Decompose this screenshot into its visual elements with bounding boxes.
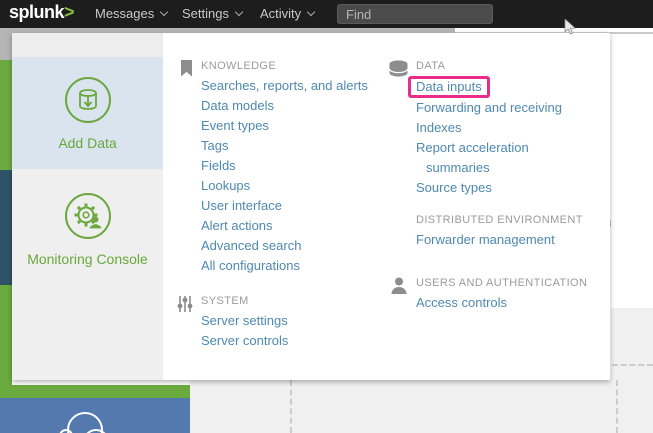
mouse-cursor bbox=[564, 19, 576, 35]
menu-link[interactable]: Forwarding and receiving bbox=[416, 98, 578, 118]
background-dashboard-area bbox=[611, 308, 653, 380]
menu-messages[interactable]: Messages bbox=[95, 0, 167, 28]
menu-activity[interactable]: Activity bbox=[260, 0, 314, 28]
menu-link-label: Report acceleration summaries bbox=[416, 140, 529, 175]
section-header: USERS AND AUTHENTICATION bbox=[416, 277, 587, 289]
background-green-tile bbox=[0, 385, 190, 398]
menu-label: Activity bbox=[260, 6, 301, 21]
monitoring-console-icon bbox=[64, 192, 112, 240]
background-green-tile bbox=[0, 285, 12, 385]
chevron-down-icon bbox=[160, 8, 168, 16]
menu-link[interactable]: Lookups bbox=[201, 176, 368, 196]
circles-icon bbox=[52, 400, 122, 433]
chevron-down-icon bbox=[307, 8, 315, 16]
section-knowledge: KNOWLEDGE Searches, reports, and alerts D… bbox=[174, 58, 368, 276]
menu-link[interactable]: Fields bbox=[201, 156, 368, 176]
section-header: SYSTEM bbox=[201, 295, 288, 307]
section-items: Access controls bbox=[416, 293, 578, 313]
dashed-divider bbox=[290, 380, 292, 433]
menu-label: Messages bbox=[95, 6, 154, 21]
menu-link-label: All configurations bbox=[201, 258, 300, 273]
menu-link-label: Alert actions bbox=[201, 218, 273, 233]
section-data: DATA Data inputs Forwarding and receiving… bbox=[389, 58, 578, 198]
menu-link[interactable]: Server settings bbox=[201, 311, 288, 331]
splunk-logo[interactable]: splunk> bbox=[9, 2, 74, 23]
menu-link[interactable]: Alert actions bbox=[201, 216, 368, 236]
menu-link[interactable]: Access controls bbox=[416, 293, 578, 313]
background-strip bbox=[0, 34, 12, 60]
menu-link[interactable]: Searches, reports, and alerts bbox=[201, 76, 368, 96]
menu-link[interactable]: Server controls bbox=[201, 331, 288, 351]
splunk-app-window: u splunk> Messages Settings Activity bbox=[0, 0, 653, 433]
section-users-authentication: USERS AND AUTHENTICATION Access controls bbox=[389, 275, 587, 313]
background-dashboard-area bbox=[190, 378, 653, 433]
menu-link[interactable]: Report acceleration summaries bbox=[416, 138, 578, 178]
menu-link-label: Searches, reports, and alerts bbox=[201, 78, 368, 93]
menu-link-label: Event types bbox=[201, 118, 269, 133]
section-distributed-environment: DISTRIBUTED ENVIRONMENT Forwarder manage… bbox=[389, 212, 583, 250]
menu-link-label: Tags bbox=[201, 138, 228, 153]
section-header: DATA bbox=[416, 60, 578, 72]
menu-link-label: Forwarder management bbox=[416, 232, 555, 247]
menu-label: Settings bbox=[182, 6, 229, 21]
background-blue-tile bbox=[0, 398, 190, 433]
menu-link-label: Forwarding and receiving bbox=[416, 100, 562, 115]
monitoring-console-tile[interactable]: Monitoring Console bbox=[12, 169, 163, 290]
top-navigation-bar: splunk> Messages Settings Activity bbox=[0, 0, 653, 28]
logo-text: splunk bbox=[9, 2, 64, 22]
menu-link-label: Server controls bbox=[201, 333, 288, 348]
menu-link-label: Advanced search bbox=[201, 238, 301, 253]
user-icon bbox=[389, 275, 408, 313]
menu-link-label: Fields bbox=[201, 158, 236, 173]
menu-link[interactable]: Event types bbox=[201, 116, 368, 136]
menu-link[interactable]: Source types bbox=[416, 178, 578, 198]
menu-link-label: Server settings bbox=[201, 313, 288, 328]
background-teal-tile bbox=[0, 170, 12, 285]
section-icon-spacer bbox=[389, 212, 408, 250]
menu-link-label: User interface bbox=[201, 198, 282, 213]
menu-link[interactable]: Advanced search bbox=[201, 236, 368, 256]
menu-link[interactable]: Forwarder management bbox=[416, 230, 578, 250]
settings-dropdown-panel: Add Data Monitoring Console bbox=[12, 33, 610, 380]
settings-tiles-column: Add Data Monitoring Console bbox=[12, 33, 163, 380]
add-data-tile[interactable]: Add Data bbox=[12, 57, 163, 169]
database-icon bbox=[389, 58, 408, 198]
section-items: Forwarder management bbox=[416, 230, 578, 250]
menu-link-label: Access controls bbox=[416, 295, 507, 310]
bookmark-icon bbox=[174, 58, 193, 276]
tile-label: Monitoring Console bbox=[27, 251, 148, 267]
find-search-input[interactable] bbox=[337, 4, 493, 24]
menu-link-label: Data inputs bbox=[408, 76, 490, 98]
menu-link-label: Source types bbox=[416, 180, 492, 195]
menu-link[interactable]: Tags bbox=[201, 136, 368, 156]
section-system: SYSTEM Server settings Server controls bbox=[174, 293, 288, 351]
tiles-spacer bbox=[12, 33, 163, 57]
menu-link-label: Lookups bbox=[201, 178, 250, 193]
menu-settings[interactable]: Settings bbox=[182, 0, 242, 28]
menu-link-label: Data models bbox=[201, 98, 274, 113]
section-header: DISTRIBUTED ENVIRONMENT bbox=[416, 214, 583, 226]
section-items: Server settings Server controls bbox=[201, 311, 288, 351]
sliders-icon bbox=[174, 293, 193, 351]
menu-link[interactable]: All configurations bbox=[201, 256, 368, 276]
section-items: Data inputs Forwarding and receiving Index… bbox=[416, 76, 578, 198]
dashed-divider bbox=[612, 364, 653, 366]
menu-link[interactable]: Data models bbox=[201, 96, 368, 116]
menu-link[interactable]: Data inputs bbox=[416, 76, 578, 98]
chevron-down-icon bbox=[235, 8, 243, 16]
menu-link-label: Indexes bbox=[416, 120, 462, 135]
background-green-tile bbox=[0, 60, 12, 170]
section-header: KNOWLEDGE bbox=[201, 60, 368, 72]
add-data-icon bbox=[64, 76, 112, 124]
dashed-divider bbox=[616, 380, 618, 433]
menu-link[interactable]: User interface bbox=[201, 196, 368, 216]
logo-chevron: > bbox=[64, 2, 74, 22]
section-items: Searches, reports, and alerts Data models… bbox=[201, 76, 368, 276]
tile-label: Add Data bbox=[58, 135, 116, 151]
menu-link[interactable]: Indexes bbox=[416, 118, 578, 138]
